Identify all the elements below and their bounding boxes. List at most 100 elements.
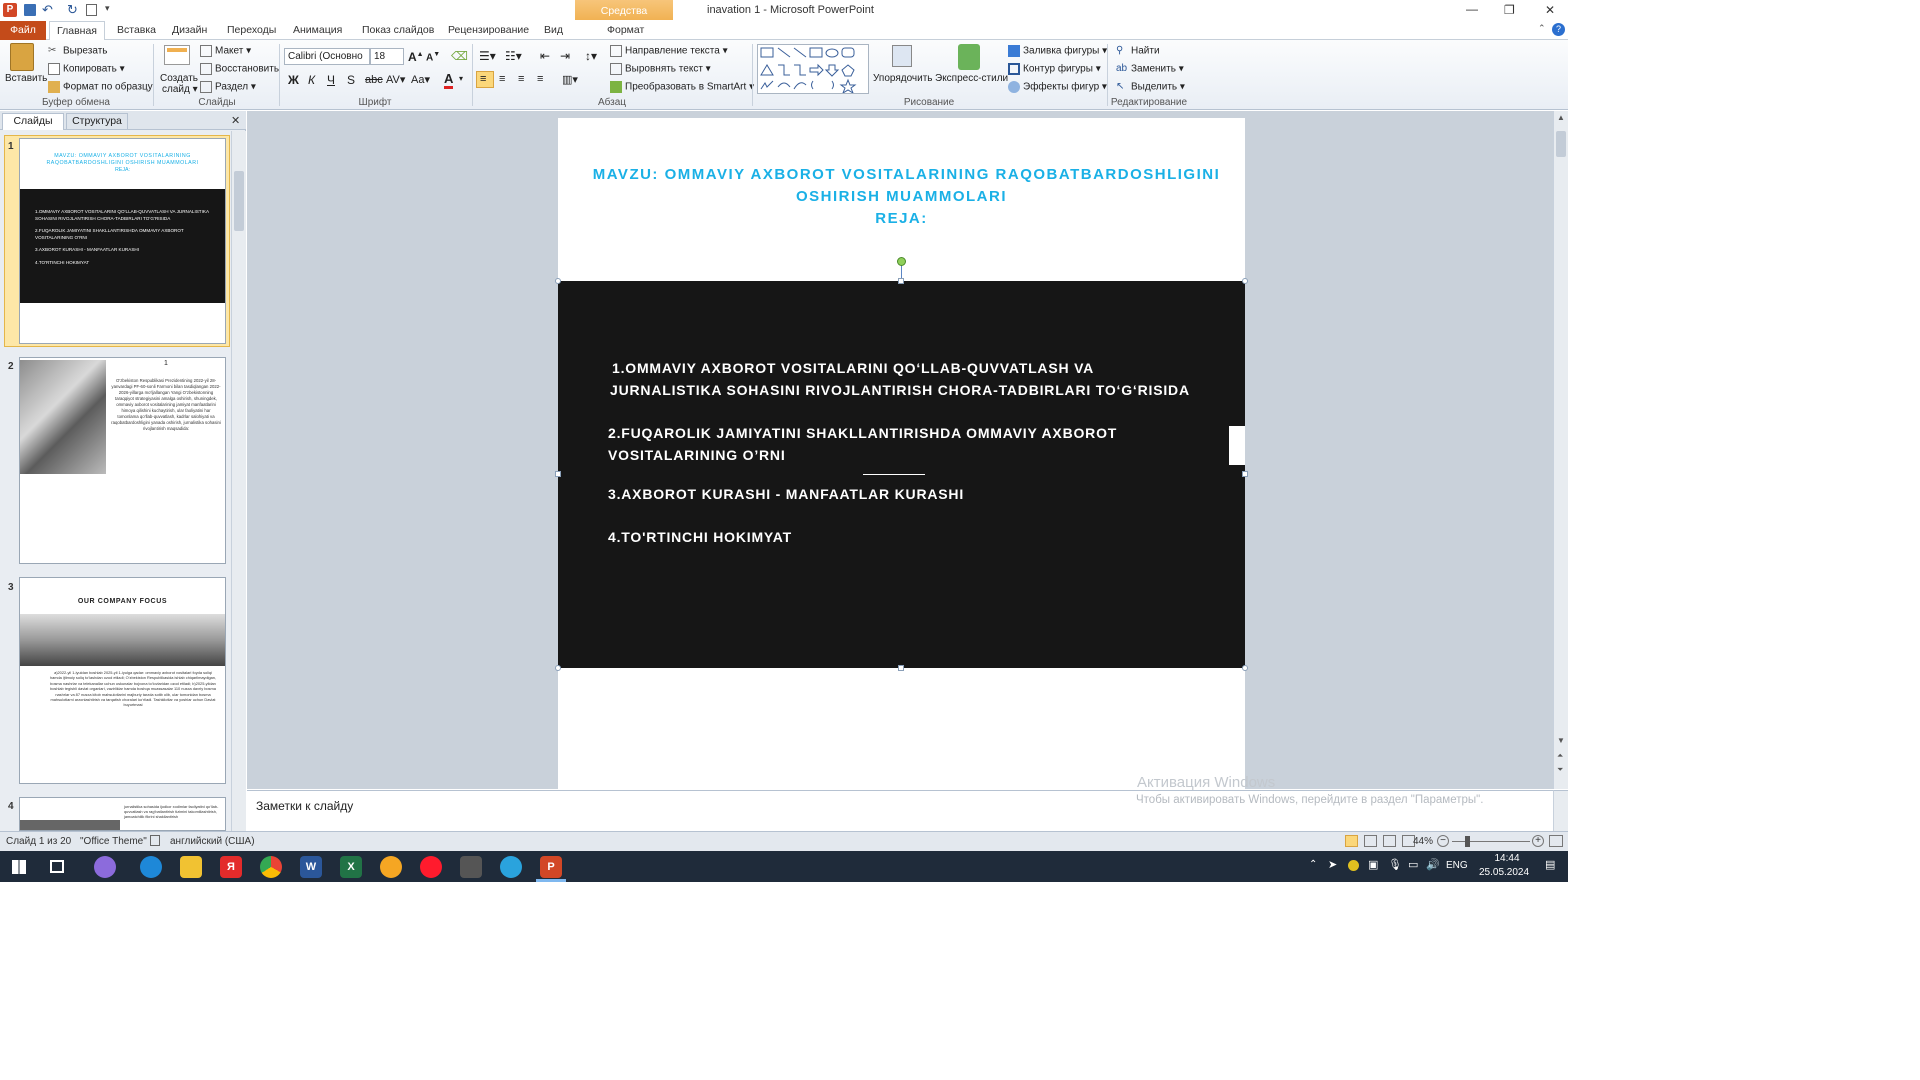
customize-quick-access-icon[interactable]: ▾ [105, 3, 110, 14]
list-item-3[interactable]: 3.AXBOROT KURASHI - MANFAATLAR KURASHI [608, 483, 964, 505]
strikethrough-button[interactable]: abc [365, 74, 383, 86]
align-left-button[interactable]: ≡ [476, 71, 494, 88]
white-rectangle-shape[interactable] [1229, 426, 1245, 465]
align-center-icon[interactable]: ≡ [499, 73, 505, 85]
tab-home[interactable]: Главная [49, 21, 105, 40]
zoom-slider-track[interactable] [1452, 841, 1530, 842]
zoom-in-icon[interactable]: + [1532, 835, 1544, 847]
italic-button[interactable]: К [308, 73, 315, 87]
resize-handle[interactable] [555, 278, 561, 284]
change-case-icon[interactable]: Aa▾ [411, 73, 430, 86]
justify-icon[interactable]: ≡ [537, 73, 543, 85]
zoom-slider-thumb[interactable] [1465, 836, 1470, 847]
spelling-icon[interactable] [150, 835, 160, 846]
undo-icon[interactable]: ↶ [42, 2, 53, 18]
resize-handle[interactable] [898, 278, 904, 284]
quick-styles-icon[interactable] [958, 44, 980, 70]
tab-animation[interactable]: Анимация [287, 21, 348, 40]
bold-button[interactable]: Ж [288, 73, 299, 87]
save-icon[interactable] [24, 4, 36, 16]
replace-button[interactable]: ab Заменить ▾ [1116, 63, 1184, 75]
align-right-icon[interactable]: ≡ [518, 73, 524, 85]
yandex-browser-icon[interactable]: Я [220, 856, 242, 878]
underline-button[interactable]: Ч [327, 73, 335, 87]
tab-design[interactable]: Дизайн [166, 21, 213, 40]
columns-icon[interactable]: ▥▾ [562, 73, 578, 86]
shape-fill-button[interactable]: Заливка фигуры ▾ [1008, 45, 1107, 57]
maximize-button[interactable]: ❐ [1504, 3, 1515, 17]
clock-time[interactable]: 14:44 [1488, 853, 1526, 864]
close-button[interactable]: ✕ [1545, 3, 1555, 17]
list-item-2[interactable]: 2.FUQAROLIK JAMIYATINI SHAKLLANTIRISHDA … [608, 422, 1117, 466]
tray-app-icon[interactable] [1348, 860, 1359, 871]
chrome-icon[interactable] [260, 856, 282, 878]
tab-slideshow[interactable]: Показ слайдов [356, 21, 440, 40]
resize-handle[interactable] [1242, 665, 1248, 671]
copilot-icon[interactable] [94, 856, 116, 878]
powerpoint-taskbar-icon[interactable]: P [540, 856, 562, 878]
tab-format[interactable]: Формат [601, 21, 650, 40]
select-button[interactable]: ↖ Выделить ▾ [1116, 81, 1185, 93]
microphone-icon[interactable]: 🎙 [1388, 858, 1402, 871]
volume-icon[interactable]: 🔊 [1426, 858, 1440, 871]
notes-scrollbar[interactable] [1553, 790, 1568, 831]
align-text-button[interactable]: Выровнять текст ▾ [610, 63, 711, 75]
slide-thumbnail-4[interactable]: jurnalistika sohasida ijodkor xodimlar f… [19, 797, 226, 831]
clock-date[interactable]: 25.05.2024 [1479, 867, 1529, 878]
scroll-up-icon[interactable]: ▲ [1557, 113, 1565, 122]
tab-outline[interactable]: Структура [66, 113, 128, 130]
opera-icon[interactable] [420, 856, 442, 878]
line-spacing-icon[interactable]: ↕▾ [585, 49, 597, 63]
format-painter-button[interactable]: Формат по образцу [48, 81, 153, 93]
layout-button[interactable]: Макет ▾ [200, 45, 251, 57]
normal-view-icon[interactable] [1345, 835, 1358, 847]
arrange-button[interactable]: Упорядочить [873, 73, 933, 84]
next-slide-icon[interactable]: ⏷ [1557, 765, 1563, 775]
redo-icon[interactable]: ↻ [67, 2, 78, 18]
resize-handle[interactable] [555, 665, 561, 671]
content-placeholder[interactable]: 1.OMMAVIY AXBOROT VOSITALARINI QO‘LLAB-Q… [558, 281, 1245, 668]
tab-review[interactable]: Рецензирование [442, 21, 535, 40]
file-explorer-icon[interactable] [180, 856, 202, 878]
panel-scrollbar[interactable] [231, 131, 246, 831]
resize-handle[interactable] [555, 471, 561, 477]
tray-send-icon[interactable]: ➤ [1328, 858, 1337, 871]
cut-button[interactable]: ✂ Вырезать [48, 45, 107, 57]
bullets-icon[interactable]: ☰▾ [479, 49, 496, 63]
word-icon[interactable]: W [300, 856, 322, 878]
tab-slides[interactable]: Слайды [2, 113, 64, 130]
shape-effects-button[interactable]: Эффекты фигур ▾ [1008, 81, 1107, 93]
notes-pane[interactable]: Заметки к слайду Чтобы активировать Wind… [247, 790, 1554, 832]
zoom-level[interactable]: 44% [1413, 836, 1433, 847]
section-button[interactable]: Раздел ▾ [200, 81, 256, 93]
list-item-4[interactable]: 4.TO'RTINCHI HOKIMYAT [608, 526, 792, 548]
font-name-select[interactable]: Calibri (Основно [284, 48, 370, 65]
input-language[interactable]: ENG [1446, 860, 1468, 871]
telegram-icon[interactable] [500, 856, 522, 878]
increase-indent-icon[interactable]: ⇥ [560, 49, 570, 63]
slide-thumbnail-3[interactable]: OUR COMPANY FOCUS a)2022-yil 1-iyuldan b… [19, 577, 226, 784]
collapse-ribbon-icon[interactable]: ⌃ [1538, 23, 1546, 34]
resize-handle[interactable] [1242, 278, 1248, 284]
task-view-icon[interactable] [50, 860, 64, 873]
font-size-select[interactable]: 18 [370, 48, 404, 65]
tab-view[interactable]: Вид [538, 21, 569, 40]
panel-scroll-thumb[interactable] [234, 171, 244, 231]
resize-handle[interactable] [898, 665, 904, 671]
resize-handle[interactable] [1242, 471, 1248, 477]
close-panel-button[interactable]: ✕ [231, 114, 240, 127]
font-color-dropdown-icon[interactable]: ▾ [459, 74, 463, 83]
shapes-gallery[interactable] [757, 44, 869, 95]
reset-button[interactable]: Восстановить [200, 63, 279, 75]
rotation-handle[interactable] [897, 257, 906, 266]
text-direction-button[interactable]: Направление текста ▾ [610, 45, 728, 57]
slide-scrollbar[interactable]: ▲ ▼ ⏶ ⏷ [1553, 111, 1568, 789]
tab-file[interactable]: Файл [0, 21, 46, 40]
show-hidden-icons[interactable]: ⌃ [1309, 859, 1317, 870]
unknown-app-icon[interactable] [380, 856, 402, 878]
powerpoint-app-icon[interactable]: P [3, 3, 17, 17]
tab-insert[interactable]: Вставка [111, 21, 162, 40]
help-icon[interactable]: ? [1552, 23, 1565, 36]
slide-canvas[interactable]: MAVZU: OMMAVIY AXBOROT VOSITALARINING RA… [555, 118, 1248, 798]
network-icon[interactable]: ▭ [1408, 858, 1418, 871]
